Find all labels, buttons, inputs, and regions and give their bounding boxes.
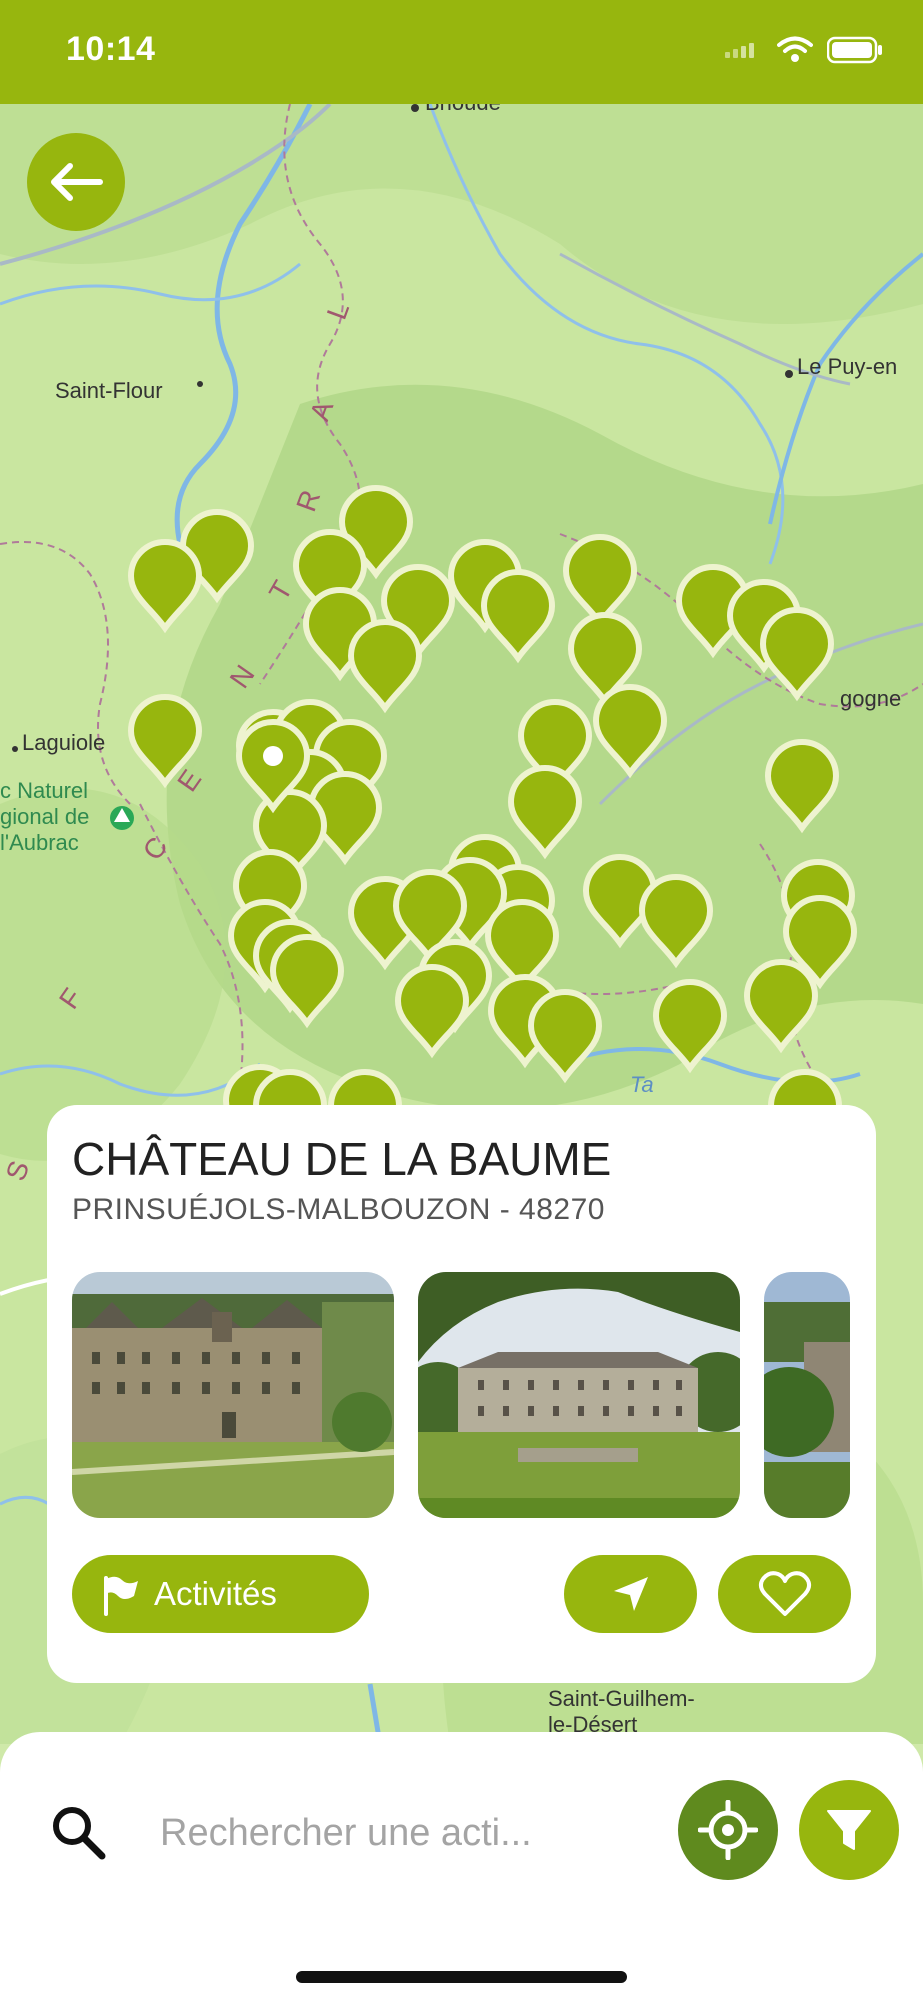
place-photo[interactable]: [764, 1272, 850, 1518]
locate-me-button[interactable]: [678, 1780, 778, 1880]
map-pin[interactable]: [127, 694, 203, 789]
battery-icon: [827, 36, 882, 64]
map-pin[interactable]: [480, 569, 556, 664]
filter-button[interactable]: [799, 1780, 899, 1880]
status-time: 10:14: [66, 30, 156, 68]
map-pin[interactable]: [562, 534, 638, 629]
map-pin[interactable]: [743, 959, 819, 1054]
map-pin[interactable]: [764, 739, 840, 834]
flag-icon: [104, 1576, 138, 1616]
activities-button[interactable]: Activités: [72, 1555, 369, 1633]
favorite-button[interactable]: [718, 1555, 851, 1633]
place-card[interactable]: CHÂTEAU DE LA BAUME PRINSUÉJOLS-MALBOUZO…: [47, 1105, 876, 1683]
navigation-arrow-icon: [613, 1577, 648, 1611]
castle-photo-image: [764, 1272, 850, 1518]
place-location: PRINSUÉJOLS-MALBOUZON - 48270: [72, 1193, 605, 1226]
place-photo[interactable]: [418, 1272, 740, 1518]
search-icon: [53, 1807, 106, 1860]
map-pin[interactable]: [592, 684, 668, 779]
signal-icon: [725, 43, 754, 58]
search-bar: [0, 1732, 923, 2000]
directions-button[interactable]: [564, 1555, 697, 1633]
home-indicator: [296, 1971, 627, 1983]
map-pin[interactable]: [347, 619, 423, 714]
place-photo[interactable]: [72, 1272, 394, 1518]
map-pin[interactable]: [507, 765, 583, 860]
heart-icon: [758, 1571, 811, 1616]
map-pin[interactable]: [394, 964, 470, 1059]
map-pin[interactable]: [127, 539, 203, 634]
map-pin[interactable]: [759, 607, 835, 702]
map-pin[interactable]: [652, 979, 728, 1074]
back-button[interactable]: [27, 133, 125, 231]
castle-photo-image: [418, 1272, 740, 1518]
activities-label: Activités: [154, 1575, 277, 1612]
search-input[interactable]: [158, 1802, 662, 1864]
status-bar: 10:14: [0, 0, 923, 104]
back-arrow-icon: [51, 163, 103, 201]
map-pin[interactable]: [527, 989, 603, 1084]
map-pin[interactable]: [269, 934, 345, 1029]
locate-target-icon: [698, 1800, 758, 1860]
filter-funnel-icon: [827, 1810, 871, 1850]
status-icons: [723, 36, 883, 64]
wifi-icon: [777, 36, 813, 62]
map-pin[interactable]: [638, 874, 714, 969]
castle-photo-image: [72, 1272, 394, 1518]
place-title: CHÂTEAU DE LA BAUME: [72, 1133, 612, 1185]
